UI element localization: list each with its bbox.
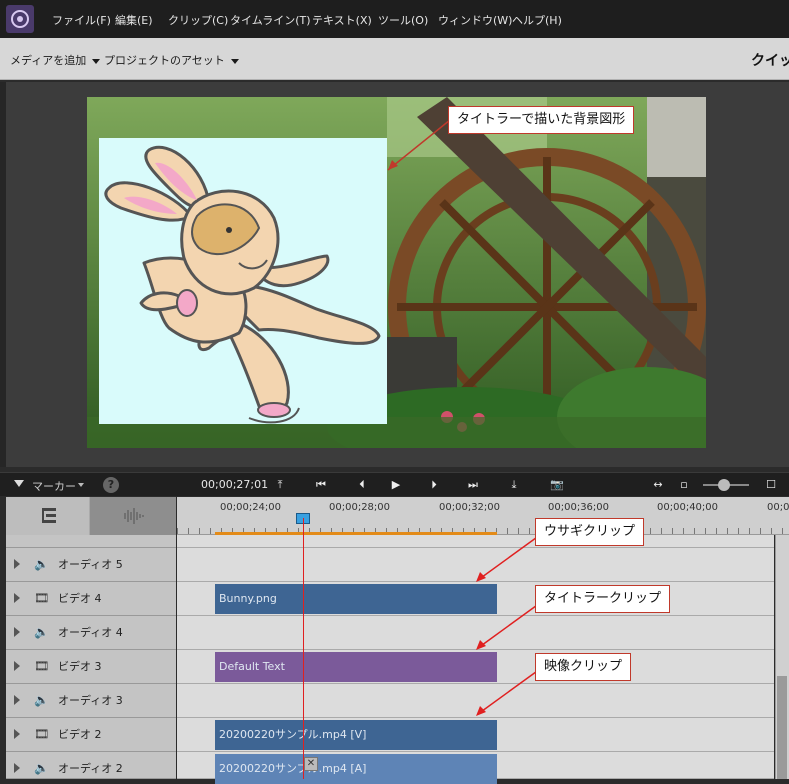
expand-triangle-icon[interactable] [14, 559, 20, 569]
track-view-button[interactable] [6, 497, 90, 535]
menu-window[interactable]: ウィンドウ(W) [438, 12, 512, 28]
expand-triangle-icon[interactable] [14, 593, 20, 603]
zoom-out-icon[interactable]: ▫ [676, 477, 692, 493]
track-label: オーディオ 3 [58, 694, 123, 707]
ruler-tick-label: 00;00;24;00 [220, 502, 282, 513]
collapse-triangle-icon[interactable] [14, 480, 24, 487]
audio-mixer-button[interactable] [90, 497, 176, 535]
track-list-icon [42, 508, 56, 523]
camera-icon[interactable]: 📷 [549, 477, 565, 493]
project-assets-label: プロジェクトのアセット [104, 54, 225, 67]
clip-audio-main[interactable]: 20200220サンプル.mp4 [A] [215, 754, 497, 784]
waveform-icon [124, 508, 144, 524]
menu-timeline[interactable]: タイムライン(T) [230, 12, 311, 28]
track-label: オーディオ 4 [58, 626, 123, 639]
track-header-audio-3[interactable]: 🔈 オーディオ 3 [6, 684, 176, 718]
callout-video-clip: 映像クリップ [535, 653, 632, 681]
project-assets-dropdown[interactable]: プロジェクトのアセット [104, 52, 239, 68]
menu-edit[interactable]: 編集(E) [115, 12, 153, 28]
track-header-video-3[interactable]: 🎞 ビデオ 3 [6, 650, 176, 684]
play-icon[interactable]: ▶ [388, 477, 404, 493]
clip-video-main[interactable]: 20200220サンプル.mp4 [V] [215, 720, 497, 750]
callout-background-shape: タイトラーで描いた背景図形 [448, 106, 635, 134]
film-icon[interactable]: 🎞 [34, 659, 49, 673]
scrollbar-thumb[interactable] [777, 676, 787, 779]
ruler-tick-label: 00;00;36;00 [548, 502, 610, 513]
track-header-partial [6, 535, 176, 548]
zoom-in-icon[interactable]: ☐ [763, 477, 779, 493]
go-to-end-icon[interactable]: ⏭ [465, 477, 481, 493]
menu-bar: ファイル(F) 編集(E) クリップ(C) タイムライン(T) テキスト(X) … [0, 0, 789, 38]
go-to-in-point-icon[interactable]: ⤒ [272, 477, 288, 493]
clip-default-text[interactable]: Default Text [215, 652, 497, 682]
callout-titler-clip: タイトラークリップ [535, 585, 671, 613]
menu-tools[interactable]: ツール(O) [378, 12, 428, 28]
chevron-down-icon[interactable] [78, 483, 84, 487]
clip-bunny[interactable]: Bunny.png [215, 584, 497, 614]
film-icon[interactable]: 🎞 [34, 591, 49, 605]
chevron-down-icon [92, 58, 101, 64]
track-label: オーディオ 2 [58, 762, 123, 775]
transport-bar: マーカー ? 00;00;27;01 ⤒ ⏮ ⏴ ▶ ⏵ ⏭ ⤓ 📷 ↔ ▫ ☐ [0, 472, 789, 496]
track-header-audio-2[interactable]: 🔈 オーディオ 2 [6, 752, 176, 779]
track-header-audio-4[interactable]: 🔈 オーディオ 4 [6, 616, 176, 650]
timecode-display: 00;00;27;01 [201, 478, 269, 491]
bunny-illustration [104, 145, 381, 424]
marker-label[interactable]: マーカー [32, 478, 76, 494]
film-icon[interactable]: 🎞 [34, 727, 49, 741]
scissors-icon[interactable]: ✕ [304, 757, 318, 771]
playhead-line[interactable] [303, 518, 304, 779]
track-label: オーディオ 5 [58, 558, 123, 571]
menu-clip[interactable]: クリップ(C) [168, 12, 228, 28]
expand-triangle-icon[interactable] [14, 661, 20, 671]
chevron-down-icon [230, 58, 239, 64]
callout-rabbit-clip: ウサギクリップ [535, 518, 645, 546]
add-media-dropdown[interactable]: メディアを追加 [10, 52, 101, 68]
expand-triangle-icon[interactable] [14, 695, 20, 705]
speaker-icon[interactable]: 🔈 [34, 761, 49, 775]
quick-mode-tab[interactable]: クイック [751, 50, 789, 70]
ruler-tick-label: 00;00 [767, 502, 789, 513]
titler-background-shape [99, 138, 387, 424]
add-media-label: メディアを追加 [10, 54, 87, 67]
track-lane-audio-2[interactable]: 20200220サンプル.mp4 [A] [177, 752, 774, 784]
go-to-out-point-icon[interactable]: ⤓ [506, 477, 522, 493]
toolbar: メディアを追加 プロジェクトのアセット クイック [0, 38, 789, 80]
track-header-audio-5[interactable]: 🔈 オーディオ 5 [6, 548, 176, 582]
menu-file[interactable]: ファイル(F) [52, 12, 111, 28]
menu-text[interactable]: テキスト(X) [312, 12, 372, 28]
fit-timeline-icon[interactable]: ↔ [650, 477, 666, 493]
step-back-icon[interactable]: ⏴ [354, 477, 370, 493]
help-icon[interactable]: ? [103, 477, 119, 493]
track-label: ビデオ 4 [58, 592, 102, 605]
expand-triangle-icon[interactable] [14, 729, 20, 739]
track-label: ビデオ 3 [58, 660, 102, 673]
zoom-slider-thumb[interactable] [718, 479, 730, 491]
step-forward-icon[interactable]: ⏵ [426, 477, 442, 493]
track-label: ビデオ 2 [58, 728, 102, 741]
track-lane-video-2[interactable]: 20200220サンプル.mp4 [V] [177, 718, 774, 752]
app-logo-icon[interactable] [6, 5, 34, 33]
ruler-tick-label: 00;00;40;00 [657, 502, 719, 513]
track-header-video-2[interactable]: 🎞 ビデオ 2 [6, 718, 176, 752]
speaker-icon[interactable]: 🔈 [34, 625, 49, 639]
expand-triangle-icon[interactable] [14, 763, 20, 773]
go-to-start-icon[interactable]: ⏮ [313, 477, 329, 493]
speaker-icon[interactable]: 🔈 [34, 693, 49, 707]
ruler-tick-label: 00;00;28;00 [329, 502, 391, 513]
menu-help[interactable]: ヘルプ(H) [512, 12, 562, 28]
expand-triangle-icon[interactable] [14, 627, 20, 637]
track-header-video-4[interactable]: 🎞 ビデオ 4 [6, 582, 176, 616]
speaker-icon[interactable]: 🔈 [34, 557, 49, 571]
ruler-tick-label: 00;00;32;00 [439, 502, 501, 513]
